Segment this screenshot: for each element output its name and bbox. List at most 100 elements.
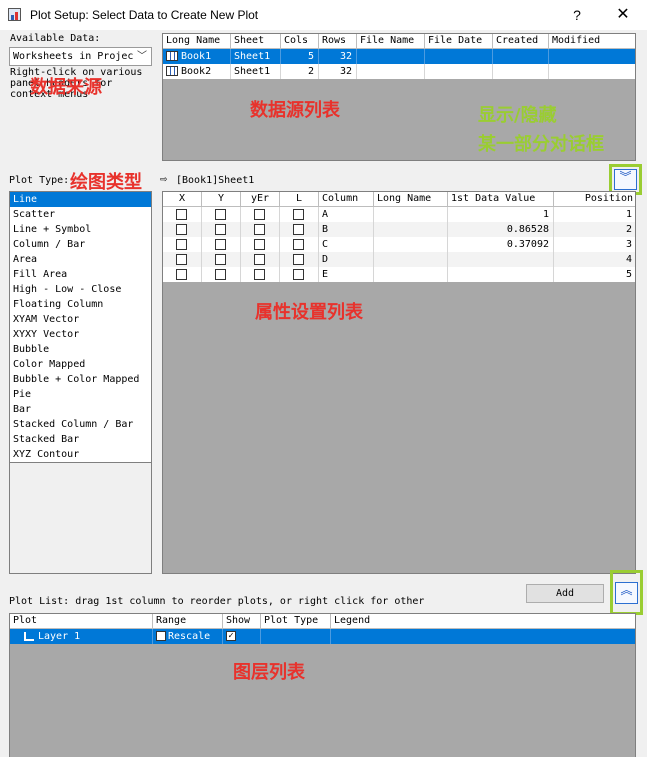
cell-checkbox [202,267,241,282]
cell-checkbox [202,252,241,267]
plot-type-item[interactable]: Bubble + Color Mapped [10,372,151,387]
plot-type-item[interactable]: Scatter [10,207,151,222]
show-checkbox[interactable]: ✓ [226,631,236,641]
col-header[interactable]: yEr [241,192,280,207]
properties-table[interactable]: X Y yEr L Column Long Name 1st Data Valu… [162,191,636,574]
col-header[interactable]: Long Name [163,34,231,49]
cell-checkbox [280,207,319,222]
help-button[interactable]: ? [562,4,592,26]
plot-type-item[interactable]: XYZ Contour [10,447,151,462]
y-checkbox[interactable] [215,224,226,235]
cell-checkbox [163,252,202,267]
yer-checkbox[interactable] [254,209,265,220]
col-header[interactable]: Range [153,614,223,629]
plot-type-item[interactable]: Color Mapped [10,357,151,372]
col-header[interactable]: Position [554,192,635,207]
cell-file-date [425,49,493,64]
cell-cols: 2 [281,64,319,79]
close-button[interactable]: ✕ [606,4,640,26]
cell-range: Rescale [153,629,223,644]
col-header[interactable]: Y [202,192,241,207]
cell-column: C [319,237,374,252]
y-checkbox[interactable] [215,254,226,265]
yer-checkbox[interactable] [254,254,265,265]
col-header[interactable]: Show [223,614,261,629]
cell-position: 5 [554,267,635,282]
available-data-dropdown[interactable]: Worksheets in Projec ﹀ [9,47,152,66]
plot-list-table[interactable]: Plot Range Show Plot Type Legend Layer 1… [9,613,636,757]
cell-long-name [374,207,448,222]
yer-checkbox[interactable] [254,269,265,280]
cell-created [493,64,549,79]
cell-checkbox [241,222,280,237]
plot-type-item[interactable]: Bubble [10,342,151,357]
x-checkbox[interactable] [176,269,187,280]
chevron-down-icon: ﹀ [137,51,147,62]
plot-type-item[interactable]: Stacked Column / Bar [10,417,151,432]
col-header[interactable]: Cols [281,34,319,49]
plot-type-item[interactable]: Fill Area [10,267,151,282]
chevron-double-up-icon[interactable]: ︽ [615,582,638,604]
cell-sheet: Sheet1 [231,49,281,64]
plot-type-item[interactable]: Area [10,252,151,267]
col-header[interactable]: L [280,192,319,207]
col-header[interactable]: X [163,192,202,207]
cell-legend [331,629,635,644]
y-checkbox[interactable] [215,209,226,220]
x-checkbox[interactable] [176,254,187,265]
yer-checkbox[interactable] [254,224,265,235]
plot-type-item[interactable]: XYXY Vector [10,327,151,342]
cell-plot: Layer 1 [10,629,153,644]
col-header[interactable]: Plot Type [261,614,331,629]
plot-type-item[interactable]: Pie [10,387,151,402]
cell-first-value [448,267,554,282]
col-header[interactable]: File Date [425,34,493,49]
col-header[interactable]: Legend [331,614,635,629]
cell-rows: 32 [319,64,357,79]
plot-type-item[interactable]: Stacked Bar [10,432,151,447]
cell-first-value: 0.37092 [448,237,554,252]
cell-rows: 32 [319,49,357,64]
annotation-layer-list: 图层列表 [233,662,305,683]
l-checkbox[interactable] [293,224,304,235]
cell-checkbox [241,252,280,267]
col-header[interactable]: Sheet [231,34,281,49]
l-checkbox[interactable] [293,209,304,220]
col-header[interactable]: Modified [549,34,635,49]
col-header[interactable]: Plot [10,614,153,629]
plot-type-item[interactable]: Bar [10,402,151,417]
plot-type-item[interactable]: High - Low - Close [10,282,151,297]
cell-column: E [319,267,374,282]
l-checkbox[interactable] [293,239,304,250]
col-header[interactable]: Column [319,192,374,207]
cell-checkbox [163,222,202,237]
l-checkbox[interactable] [293,269,304,280]
x-checkbox[interactable] [176,209,187,220]
x-checkbox[interactable] [176,239,187,250]
add-button[interactable]: Add [526,584,604,603]
plot-type-item[interactable]: XYAM Vector [10,312,151,327]
y-checkbox[interactable] [215,239,226,250]
col-header[interactable]: File Name [357,34,425,49]
cell-first-value: 0.86528 [448,222,554,237]
col-header[interactable]: Created [493,34,549,49]
cell-checkbox [163,207,202,222]
cell-position: 4 [554,252,635,267]
col-header[interactable]: 1st Data Value [448,192,554,207]
available-data-value: Worksheets in Projec [13,51,134,62]
chevron-double-down-icon[interactable]: ︾ [614,169,637,190]
plot-type-item[interactable]: Floating Column [10,297,151,312]
col-header[interactable]: Long Name [374,192,448,207]
plot-type-item[interactable]: Line + Symbol [10,222,151,237]
rescale-checkbox[interactable] [156,631,166,641]
plot-type-item[interactable]: Line [10,192,151,207]
yer-checkbox[interactable] [254,239,265,250]
plot-type-list[interactable]: Line Scatter Line + Symbol Column / Bar … [9,191,152,463]
y-checkbox[interactable] [215,269,226,280]
x-checkbox[interactable] [176,224,187,235]
dataset-arrow-icon[interactable]: ⇨ [160,174,168,185]
l-checkbox[interactable] [293,254,304,265]
plot-type-item[interactable]: Column / Bar [10,237,151,252]
col-header[interactable]: Rows [319,34,357,49]
cell-checkbox [241,267,280,282]
